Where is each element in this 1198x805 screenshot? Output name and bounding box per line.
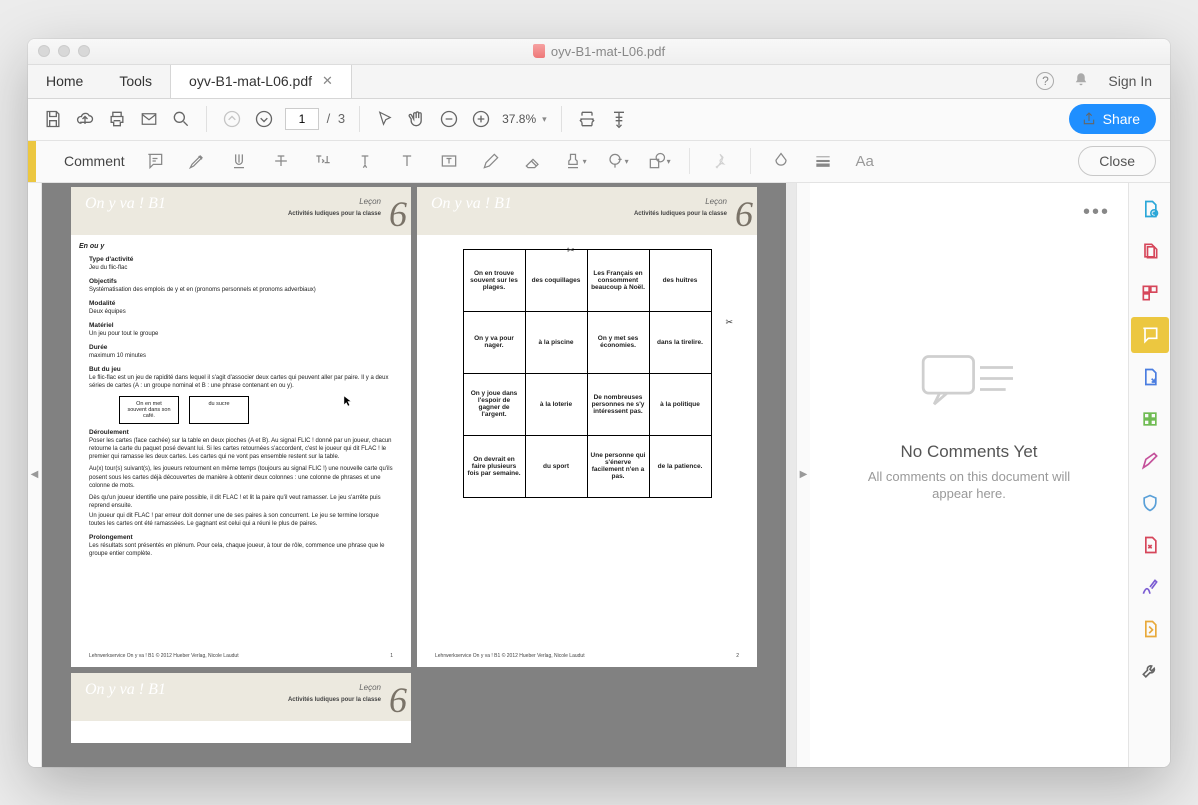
comment-tool-icon[interactable] (1131, 317, 1169, 353)
eraser-icon[interactable] (521, 149, 545, 173)
pointer-icon[interactable] (374, 108, 396, 130)
comment-toolbar: Comment ▾ ▾ ▾ Aa Close (28, 141, 1170, 183)
scissor-icon: ✂ (567, 245, 575, 256)
notification-bell-icon[interactable] (1072, 71, 1090, 92)
tab-document[interactable]: oyv-B1-mat-L06.pdf ✕ (170, 65, 352, 98)
window-title: oyv-B1-mat-L06.pdf (28, 44, 1170, 59)
pdf-page-3: On y va ! B1 Leçon Activités ludiques po… (71, 673, 411, 743)
underline-icon[interactable] (227, 149, 251, 173)
page-down-icon[interactable] (253, 108, 275, 130)
app-window: oyv-B1-mat-L06.pdf Home Tools oyv-B1-mat… (28, 39, 1170, 767)
card-grid: On en trouve souvent sur les plages.des … (463, 249, 712, 498)
sign-icon[interactable] (1131, 569, 1169, 605)
pin-icon[interactable] (708, 149, 732, 173)
close-icon[interactable]: ✕ (322, 73, 333, 89)
document-area[interactable]: On y va ! B1 Leçon Activités ludiques po… (42, 183, 786, 767)
combine-files-icon[interactable] (1131, 233, 1169, 269)
sticky-note-icon[interactable] (143, 149, 167, 173)
save-icon[interactable] (42, 108, 64, 130)
highlight-icon[interactable] (185, 149, 209, 173)
fit-width-icon[interactable] (576, 108, 598, 130)
share-button[interactable]: Share (1069, 104, 1156, 134)
pencil-icon[interactable] (479, 149, 503, 173)
print-icon[interactable] (106, 108, 128, 130)
hand-icon[interactable] (406, 108, 428, 130)
font-icon[interactable]: Aa (853, 149, 877, 173)
color-icon[interactable] (769, 149, 793, 173)
protect-icon[interactable] (1131, 485, 1169, 521)
create-pdf-icon[interactable] (1131, 191, 1169, 227)
add-text-icon[interactable] (395, 149, 419, 173)
no-comments-illustration (914, 344, 1024, 424)
tab-bar: Home Tools oyv-B1-mat-L06.pdf ✕ ? Sign I… (28, 65, 1170, 99)
main-toolbar: / 3 37.8% ▾ Share (28, 99, 1170, 141)
scissor-icon: ✂ (725, 317, 733, 328)
left-panel-toggle[interactable]: ◀ (28, 183, 42, 767)
tab-home[interactable]: Home (28, 65, 101, 98)
edit-pdf-icon[interactable] (1131, 401, 1169, 437)
send-icon[interactable] (1131, 611, 1169, 647)
zoom-in-icon[interactable] (470, 108, 492, 130)
page-up-icon[interactable] (221, 108, 243, 130)
insert-text-icon[interactable] (353, 149, 377, 173)
fit-page-icon[interactable] (608, 108, 630, 130)
line-weight-icon[interactable] (811, 149, 835, 173)
help-icon[interactable]: ? (1036, 72, 1054, 90)
page-input[interactable] (285, 108, 319, 130)
tab-tools[interactable]: Tools (101, 65, 170, 98)
stamp-icon[interactable]: ▾ (563, 149, 587, 173)
strikethrough-icon[interactable] (269, 149, 293, 173)
zoom-select[interactable]: 37.8% ▾ (502, 112, 547, 126)
organize-icon[interactable] (1131, 275, 1169, 311)
shapes-icon[interactable]: ▾ (647, 149, 671, 173)
comments-panel: ••• No Comments Yet All comments on this… (810, 183, 1128, 767)
replace-text-icon[interactable] (311, 149, 335, 173)
chevron-down-icon: ▾ (542, 114, 547, 125)
optimize-icon[interactable] (1131, 527, 1169, 563)
page-number: / 3 (285, 108, 345, 130)
scrollbar[interactable] (786, 183, 796, 767)
wrench-icon[interactable] (1131, 653, 1169, 689)
body: ◀ On y va ! B1 Leçon Activités ludiques … (28, 183, 1170, 767)
search-icon[interactable] (170, 108, 192, 130)
no-comments-text: All comments on this document will appea… (859, 468, 1079, 503)
no-comments-heading: No Comments Yet (900, 442, 1037, 462)
pdf-page-2: On y va ! B1 Leçon Activités ludiques po… (417, 187, 757, 667)
email-icon[interactable] (138, 108, 160, 130)
right-panel-toggle[interactable]: ▶ (796, 183, 810, 767)
tab-document-label: oyv-B1-mat-L06.pdf (189, 73, 312, 89)
fill-sign-icon[interactable] (1131, 443, 1169, 479)
attach-icon[interactable]: ▾ (605, 149, 629, 173)
comment-accent (28, 141, 36, 182)
cloud-icon[interactable] (74, 108, 96, 130)
export-icon[interactable] (1131, 359, 1169, 395)
textbox-icon[interactable] (437, 149, 461, 173)
pdf-page-1: On y va ! B1 Leçon Activités ludiques po… (71, 187, 411, 667)
more-options-icon[interactable]: ••• (1083, 201, 1110, 224)
tools-sidebar (1128, 183, 1170, 767)
close-comment-button[interactable]: Close (1078, 146, 1156, 176)
sign-in-button[interactable]: Sign In (1108, 73, 1152, 89)
zoom-out-icon[interactable] (438, 108, 460, 130)
titlebar: oyv-B1-mat-L06.pdf (28, 39, 1170, 65)
comment-title: Comment (64, 153, 125, 169)
